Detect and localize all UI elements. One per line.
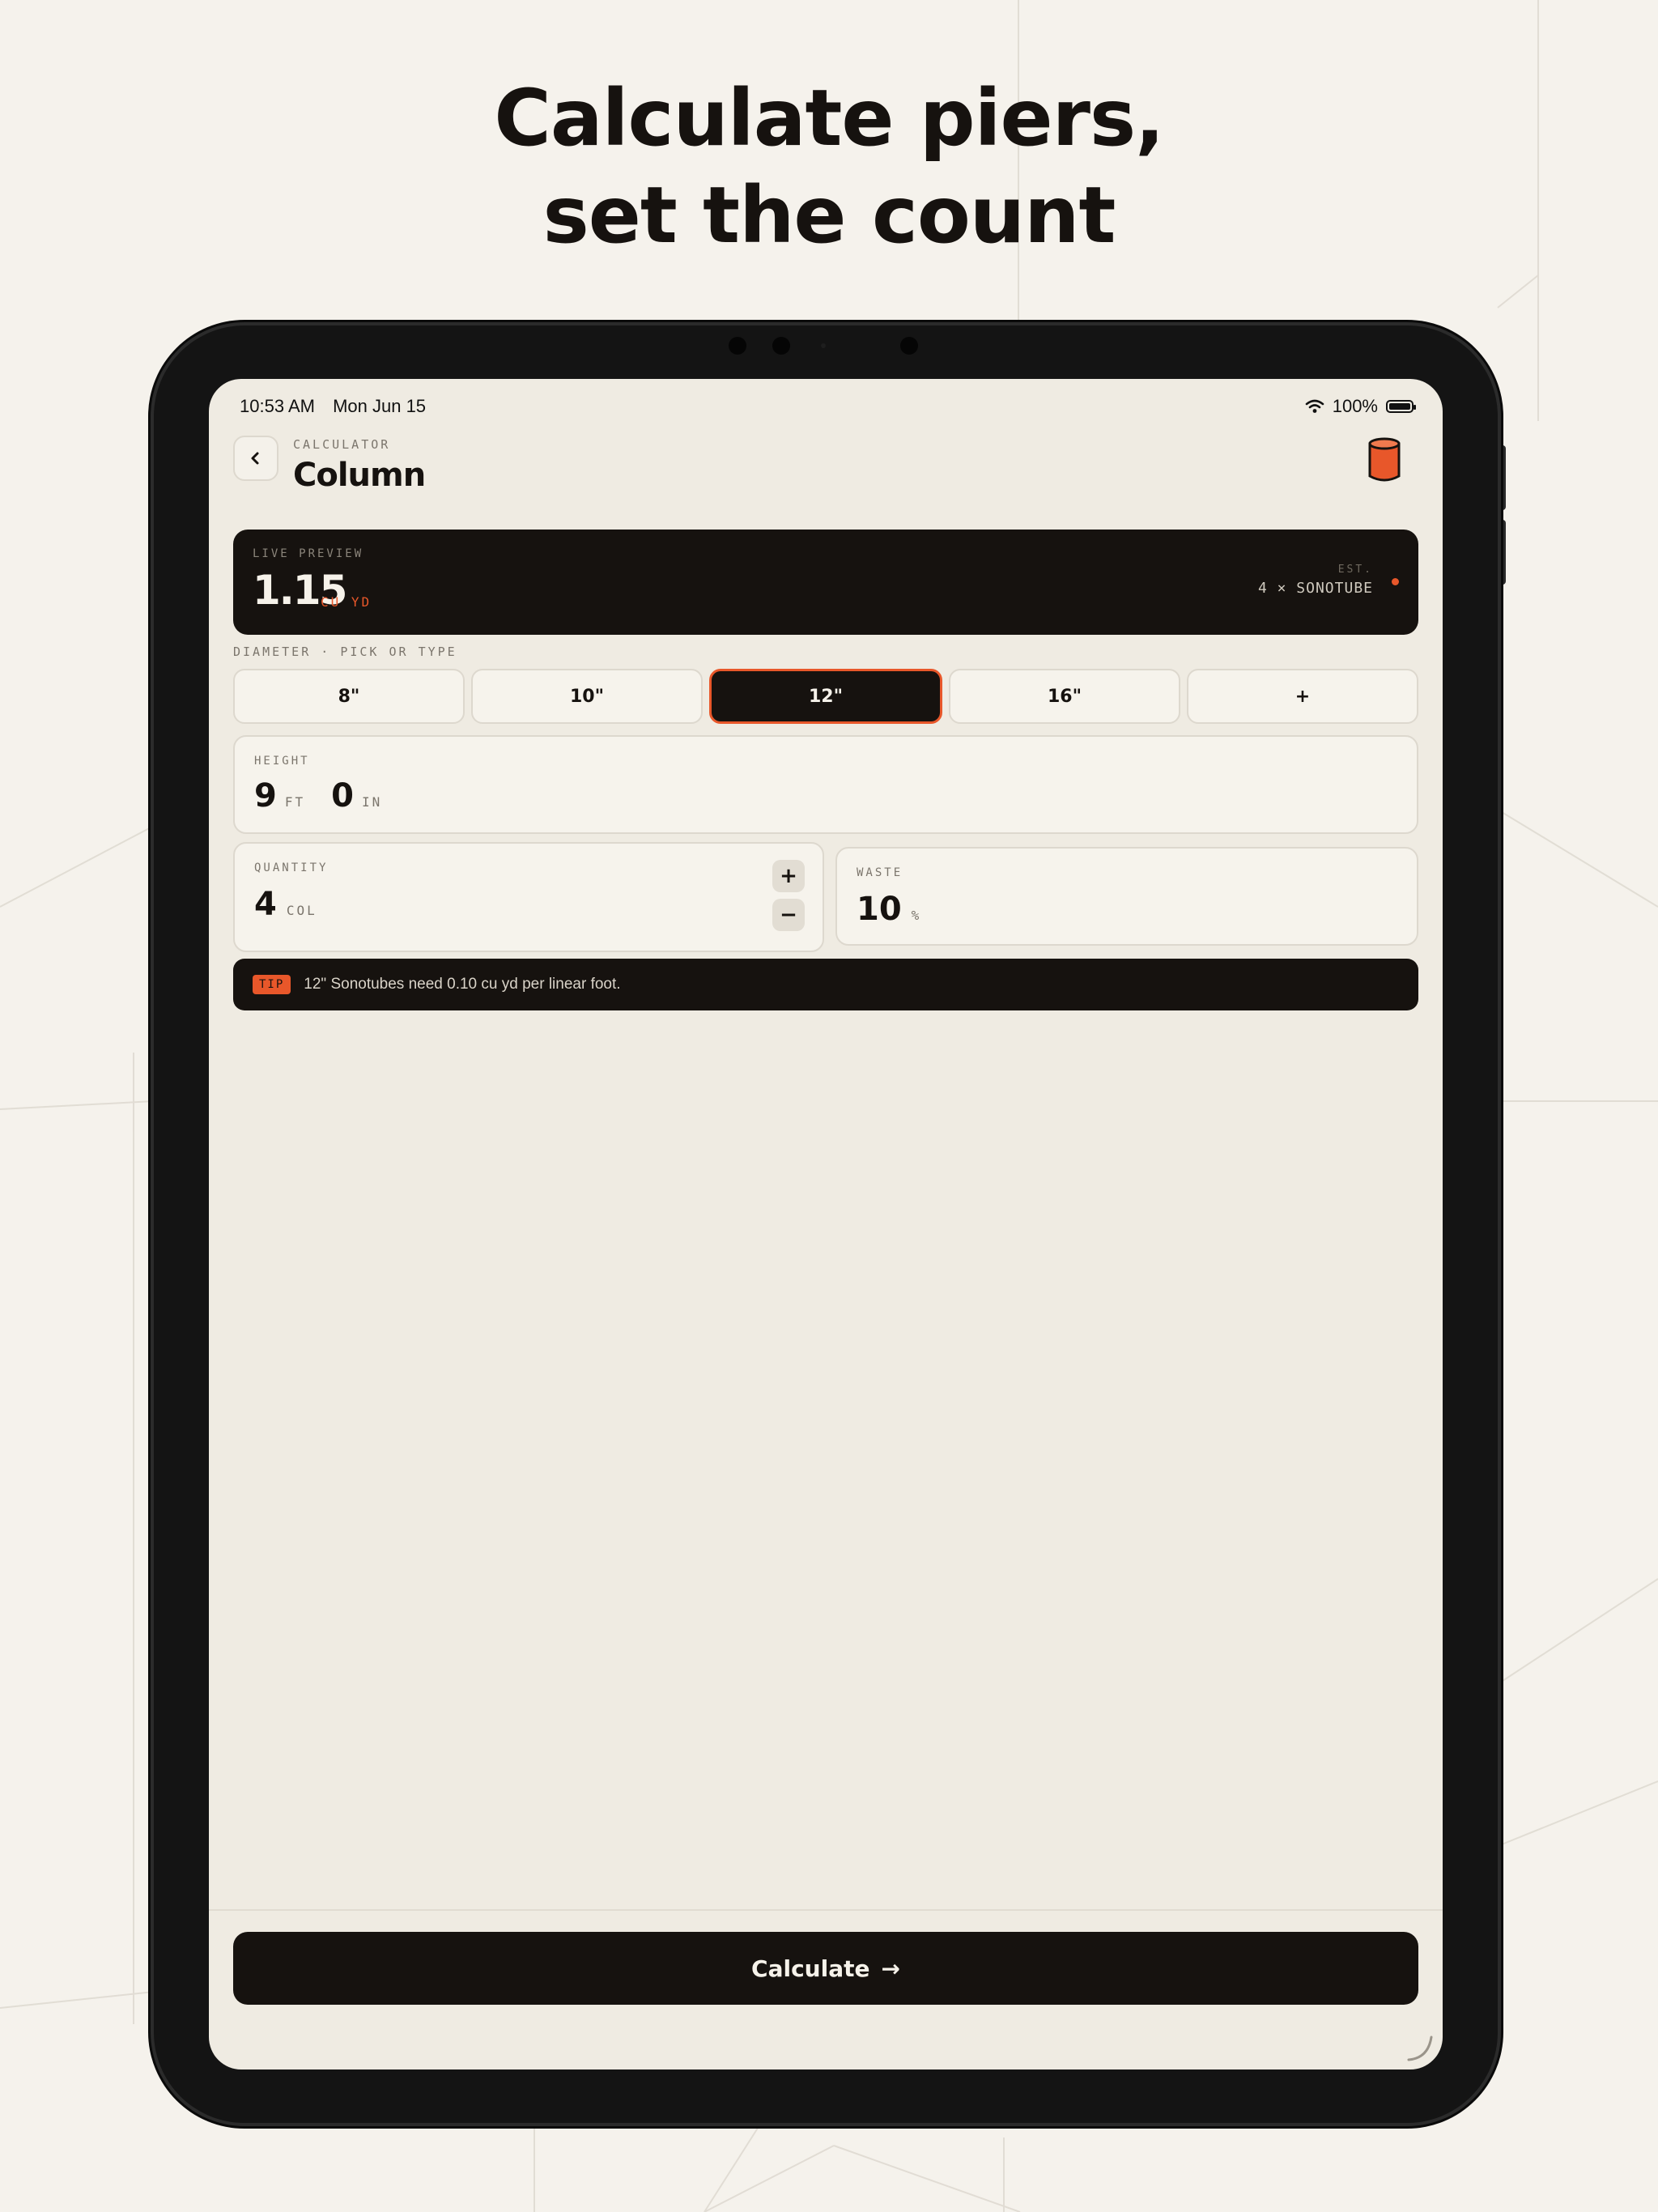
quantity-stepper: + − xyxy=(772,860,805,931)
status-time: 10:53 AM xyxy=(240,396,315,416)
tip-badge: TIP xyxy=(253,975,291,994)
headline-line-2: set the count xyxy=(542,170,1116,261)
live-indicator-dot xyxy=(1392,578,1399,585)
quantity-label: QUANTITY xyxy=(254,861,329,874)
calculate-button[interactable]: Calculate → xyxy=(233,1932,1418,2005)
front-camera xyxy=(729,337,746,355)
status-bar: 10:53 AM Mon Jun 15 100% xyxy=(240,390,1416,423)
battery-icon xyxy=(1386,400,1416,413)
height-feet-unit: FT xyxy=(284,794,306,810)
quantity-unit: COL xyxy=(286,903,317,918)
status-date: Mon Jun 15 xyxy=(333,396,427,416)
battery-percent: 100% xyxy=(1332,396,1378,416)
height-label: HEIGHT xyxy=(254,755,310,768)
face-id-sensor xyxy=(772,337,790,355)
volume-up-button xyxy=(1499,445,1506,510)
headline-line-1: Calculate piers, xyxy=(494,73,1164,164)
corner-resize-icon xyxy=(1407,2035,1433,2061)
proximity-sensor xyxy=(821,343,826,348)
estimate-value: 4 × SONOTUBE xyxy=(1257,580,1373,597)
waste-value[interactable]: 10 xyxy=(857,891,902,928)
tablet-frame: 10:53 AM Mon Jun 15 100% CALCULATOR Colu… xyxy=(154,325,1498,2123)
waste-field[interactable]: WASTE 10 % xyxy=(835,847,1418,946)
quantity-value[interactable]: 4 xyxy=(254,886,277,923)
bottom-divider xyxy=(209,1909,1443,1911)
diameter-option-16[interactable]: 16" xyxy=(949,669,1180,724)
diameter-label: DIAMETER · PICK OR TYPE xyxy=(233,644,457,659)
header-eyebrow: CALCULATOR xyxy=(293,437,391,452)
chevron-left-icon xyxy=(251,452,259,465)
live-preview-label: LIVE PREVIEW xyxy=(253,547,364,560)
tip-text: 12" Sonotubes need 0.10 cu yd per linear… xyxy=(304,976,621,993)
quantity-increment-button[interactable]: + xyxy=(772,860,805,892)
quantity-field[interactable]: QUANTITY 4 COL + − xyxy=(233,842,824,952)
diameter-custom-button[interactable]: + xyxy=(1187,669,1418,724)
estimate-label: EST. xyxy=(1337,564,1373,576)
quantity-decrement-button[interactable]: − xyxy=(772,899,805,931)
diameter-options: 8" 10" 12" 16" + xyxy=(233,669,1418,724)
marketing-headline: Calculate piers, set the count xyxy=(0,70,1658,264)
waste-unit: % xyxy=(911,908,922,923)
diameter-option-10[interactable]: 10" xyxy=(471,669,703,724)
tip-banner: TIP 12" Sonotubes need 0.10 cu yd per li… xyxy=(233,959,1418,1010)
back-button[interactable] xyxy=(233,436,278,481)
calculate-label: Calculate xyxy=(751,1955,870,1982)
wifi-icon xyxy=(1305,399,1324,413)
height-inches-unit: IN xyxy=(361,794,383,810)
diameter-option-8[interactable]: 8" xyxy=(233,669,465,724)
height-feet-value[interactable]: 9 xyxy=(254,777,277,815)
waste-label: WASTE xyxy=(857,866,903,879)
page-title: Column xyxy=(293,457,426,494)
arrow-right-icon: → xyxy=(881,1955,900,1982)
sonotube-can-icon[interactable] xyxy=(1367,436,1402,484)
ambient-sensor xyxy=(900,337,918,355)
diameter-option-12[interactable]: 12" xyxy=(709,669,942,724)
app-screen: 10:53 AM Mon Jun 15 100% CALCULATOR Colu… xyxy=(209,379,1443,2069)
volume-down-button xyxy=(1499,520,1506,585)
height-inches-value[interactable]: 0 xyxy=(331,777,354,815)
live-preview-unit: CU YD xyxy=(321,594,372,610)
height-field[interactable]: HEIGHT 9 FT 0 IN xyxy=(233,735,1418,834)
live-preview-card: LIVE PREVIEW 1.15 CU YD EST. 4 × SONOTUB… xyxy=(233,530,1418,635)
